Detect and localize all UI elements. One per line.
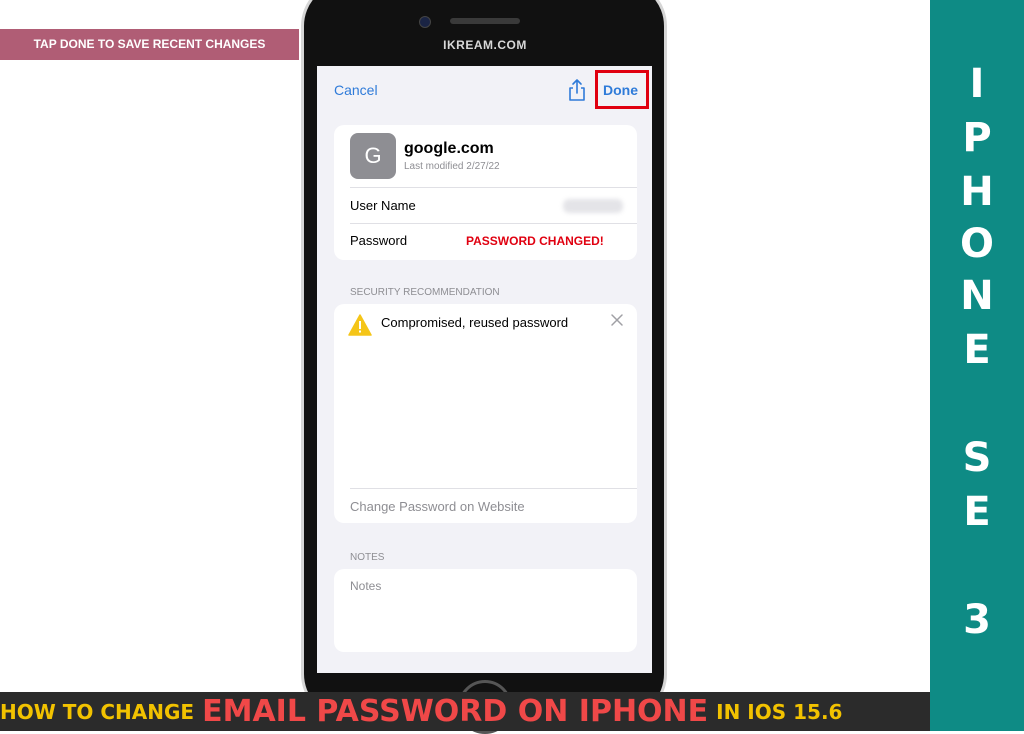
notes-placeholder: Notes: [350, 579, 382, 593]
sidebar-letter: O: [959, 221, 994, 267]
sidebar-letter: E: [963, 489, 991, 535]
username-value[interactable]: [563, 199, 623, 213]
sidebar-letter: E: [963, 327, 991, 373]
warning-icon: [348, 314, 372, 336]
sidebar-letter: N: [960, 273, 994, 319]
last-modified: Last modified 2/27/22: [404, 161, 500, 172]
sidebar-letter: H: [960, 169, 994, 215]
site-avatar: G: [350, 133, 396, 179]
notes-section-title: NOTES: [350, 552, 385, 563]
instruction-tag: TAP DONE TO SAVE RECENT CHANGES: [0, 29, 299, 60]
bottom-title-banner: HOW TO CHANGE EMAIL PASSWORD ON IPHONE I…: [0, 692, 930, 731]
done-button[interactable]: Done: [603, 82, 638, 98]
banner-text-start: HOW TO CHANGE: [0, 699, 195, 724]
password-label: Password: [350, 233, 408, 248]
security-warning-text: Compromised, reused password: [381, 315, 569, 330]
earpiece-speaker: [450, 18, 520, 24]
sidebar-letter: 3: [963, 597, 991, 643]
cancel-button[interactable]: Cancel: [334, 82, 378, 98]
security-card: [334, 304, 637, 523]
watermark: IKREAM.COM: [443, 38, 527, 52]
divider: [350, 223, 637, 224]
security-section-title: SECURITY RECOMMENDATION: [350, 287, 500, 298]
share-icon[interactable]: [567, 78, 587, 102]
banner-text-end: IN IOS 15.6: [716, 699, 843, 724]
username-label: User Name: [350, 198, 416, 213]
banner-text-highlight: EMAIL PASSWORD ON IPHONE: [202, 694, 709, 729]
sidebar-letter: P: [962, 115, 992, 161]
password-changed-note: PASSWORD CHANGED!: [466, 234, 604, 248]
divider: [350, 488, 637, 489]
site-name: google.com: [404, 140, 494, 157]
divider: [350, 187, 637, 188]
close-icon[interactable]: [609, 312, 625, 328]
front-camera: [419, 16, 431, 28]
sidebar-letter: I: [969, 61, 985, 107]
sidebar-letter: S: [962, 435, 992, 481]
change-password-link[interactable]: Change Password on Website: [350, 499, 525, 514]
title-sidebar: I P H O N E S E 3: [930, 0, 1024, 731]
